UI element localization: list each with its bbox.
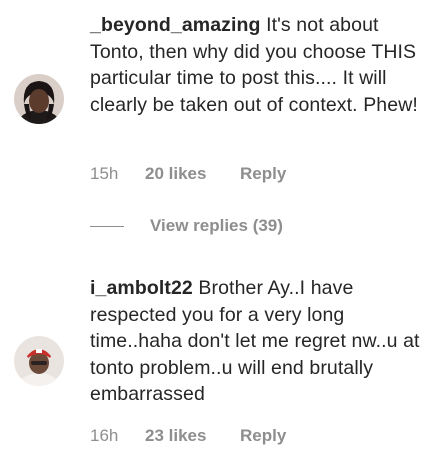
comment-text-block: i_ambolt22 Brother Ay..I have respected … — [90, 275, 430, 408]
view-replies-divider — [90, 225, 124, 227]
comment-likes-count[interactable]: 23 likes — [145, 426, 240, 446]
comment-username[interactable]: i_ambolt22 — [90, 277, 193, 299]
avatar[interactable] — [14, 74, 64, 124]
reply-button[interactable]: Reply — [240, 164, 286, 184]
comment-meta: 15h 20 likes Reply — [90, 164, 286, 184]
view-replies-button[interactable]: View replies (39) — [90, 216, 283, 236]
avatar[interactable] — [14, 336, 64, 386]
reply-button[interactable]: Reply — [240, 426, 286, 446]
comment-text-block: _beyond_amazing It's not about Tonto, th… — [90, 12, 430, 118]
comment-meta: 16h 23 likes Reply — [90, 426, 286, 446]
comment-timestamp: 16h — [90, 426, 119, 445]
view-replies-label: View replies (39) — [150, 216, 283, 235]
comment-username[interactable]: _beyond_amazing — [90, 14, 261, 36]
comment-likes-count[interactable]: 20 likes — [145, 164, 240, 184]
comment-timestamp: 15h — [90, 164, 119, 183]
